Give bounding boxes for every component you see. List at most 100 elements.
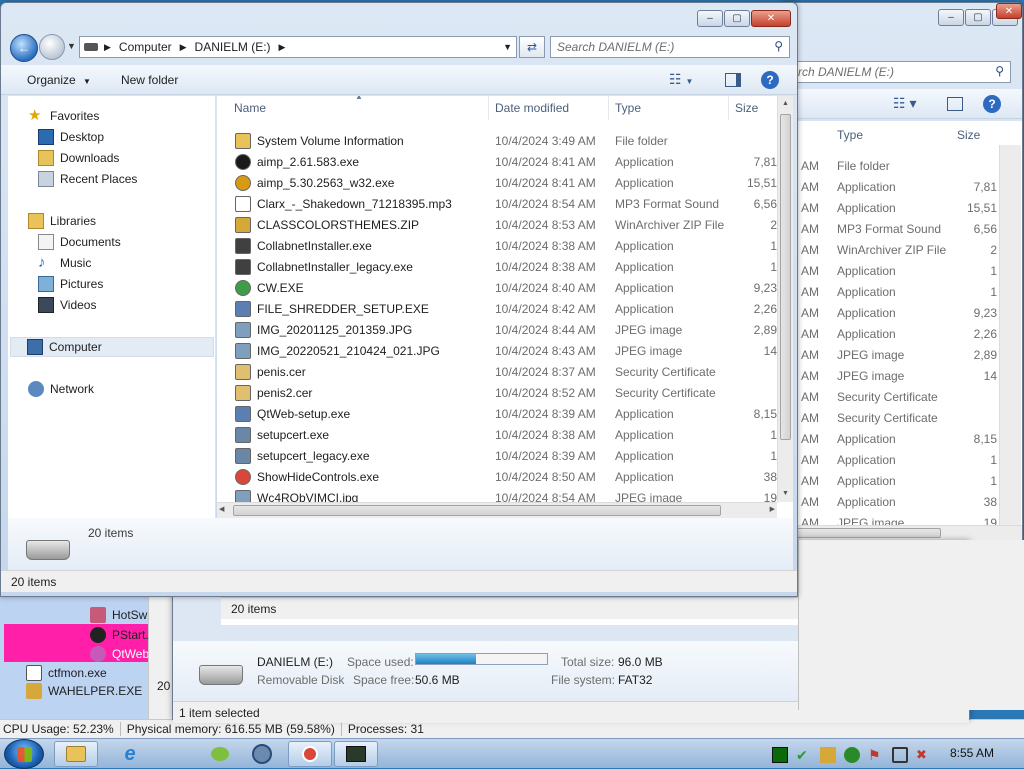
file-row[interactable]: AM Application 1 bbox=[781, 281, 999, 302]
nav-music[interactable]: ♪ Music bbox=[38, 253, 91, 273]
breadcrumb-separator[interactable]: ▶ bbox=[104, 42, 111, 53]
file-row[interactable]: penis.cer 10/4/2024 8:37 AM Security Certi… bbox=[217, 361, 777, 382]
file-row[interactable]: IMG_20201125_201359.JPG 10/4/2024 8:44 AM… bbox=[217, 319, 777, 340]
vertical-scroll-thumb[interactable] bbox=[780, 114, 791, 440]
recent-pages-button[interactable]: ▼ bbox=[67, 41, 76, 51]
file-row[interactable]: CollabnetInstaller.exe 10/4/2024 8:38 AM A… bbox=[217, 235, 777, 256]
breadcrumb-drive[interactable]: DANIELM (E:) bbox=[195, 40, 271, 54]
close-button[interactable]: ✕ bbox=[751, 10, 791, 27]
view-options-icon[interactable]: ☷ ▾ bbox=[893, 95, 916, 112]
minimize-button[interactable]: – bbox=[697, 10, 723, 27]
file-row[interactable]: AM JPEG image 14 bbox=[781, 365, 999, 386]
file-row[interactable]: AM File folder bbox=[781, 155, 999, 176]
taskbar-explorer-button[interactable] bbox=[54, 741, 98, 767]
help-icon[interactable]: ? bbox=[983, 94, 1001, 113]
nav-desktop[interactable]: Desktop bbox=[38, 127, 104, 147]
breadcrumb-separator[interactable]: ▶ bbox=[279, 42, 286, 53]
volume-muted-icon[interactable]: ✖ bbox=[916, 747, 932, 763]
address-dropdown-icon[interactable]: ▼ bbox=[503, 42, 512, 52]
search-input-back[interactable]: rch DANIELM (E:) ⚲ bbox=[791, 61, 1011, 83]
file-row[interactable]: AM Application 8,15 bbox=[781, 428, 999, 449]
file-row[interactable]: AM Application 1 bbox=[781, 449, 999, 470]
preview-pane-icon[interactable] bbox=[725, 72, 741, 87]
media-play-icon[interactable] bbox=[844, 747, 860, 763]
forward-button[interactable] bbox=[39, 34, 65, 60]
file-row[interactable]: AM Application 1 bbox=[781, 470, 999, 491]
file-row[interactable]: AM JPEG image 19 bbox=[781, 512, 999, 526]
start-button[interactable] bbox=[4, 739, 44, 769]
minimize-button[interactable]: – bbox=[938, 9, 964, 26]
nav-libraries[interactable]: Libraries bbox=[28, 211, 96, 231]
file-row[interactable]: AM MP3 Format Sound 6,56 bbox=[781, 218, 999, 239]
taskbar-ie-button[interactable]: e bbox=[108, 741, 152, 767]
file-row[interactable]: AM Application 38 bbox=[781, 491, 999, 512]
breadcrumb-separator[interactable]: ▶ bbox=[180, 42, 187, 53]
horizontal-scroll-thumb[interactable] bbox=[233, 505, 721, 516]
file-row[interactable]: setupcert_legacy.exe 10/4/2024 8:39 AM App… bbox=[217, 445, 777, 466]
horizontal-scrollbar[interactable]: ◀ ▶ bbox=[217, 502, 777, 518]
scroll-left-icon[interactable]: ◀ bbox=[219, 503, 224, 517]
new-folder-button[interactable]: New folder bbox=[121, 73, 178, 87]
close-icon[interactable]: ✕ bbox=[996, 3, 1022, 19]
file-row[interactable]: CW.EXE 10/4/2024 8:40 AM Application 9,23 bbox=[217, 277, 777, 298]
file-row[interactable]: FILE_SHREDDER_SETUP.EXE 10/4/2024 8:42 AM… bbox=[217, 298, 777, 319]
file-row[interactable]: AM Security Certificate bbox=[781, 407, 999, 428]
breadcrumb-computer[interactable]: Computer bbox=[119, 40, 172, 54]
vertical-scrollbar[interactable]: ▲ ▼ bbox=[777, 96, 793, 502]
file-row[interactable]: ShowHideControls.exe 10/4/2024 8:50 AM App… bbox=[217, 466, 777, 487]
file-row[interactable]: aimp_2.61.583.exe 10/4/2024 8:41 AM Applic… bbox=[217, 151, 777, 172]
file-row[interactable]: penis2.cer 10/4/2024 8:52 AM Security Cert… bbox=[217, 382, 777, 403]
file-row[interactable]: System Volume Information 10/4/2024 3:49 … bbox=[217, 130, 777, 151]
preview-pane-icon[interactable] bbox=[947, 96, 963, 111]
search-input[interactable]: Search DANIELM (E:) ⚲ bbox=[550, 36, 790, 58]
process-item-ctfmon[interactable]: ctfmon.exe bbox=[26, 663, 107, 682]
process-item-wahelper[interactable]: WAHELPER.EXE bbox=[26, 681, 142, 700]
nav-pictures[interactable]: Pictures bbox=[38, 274, 103, 294]
back-horizontal-scrollbar[interactable] bbox=[781, 525, 1022, 540]
nav-documents[interactable]: Documents bbox=[38, 232, 121, 252]
file-row[interactable]: AM Application 9,23 bbox=[781, 302, 999, 323]
nav-videos[interactable]: Videos bbox=[38, 295, 96, 315]
nav-favorites[interactable]: ★ Favorites bbox=[28, 106, 99, 126]
taskbar-taskmgr-button[interactable] bbox=[334, 741, 378, 767]
security-shield-icon[interactable]: ✔ bbox=[796, 747, 812, 763]
column-header-type[interactable]: Type bbox=[609, 96, 729, 120]
file-row[interactable]: IMG_20220521_210424_021.JPG 10/4/2024 8:4… bbox=[217, 340, 777, 361]
file-row[interactable]: AM Application 1 bbox=[781, 260, 999, 281]
nav-network[interactable]: Network bbox=[28, 379, 94, 399]
column-header-name[interactable]: Name ▲ bbox=[217, 96, 489, 120]
column-header-size[interactable]: Size bbox=[729, 96, 779, 120]
maximize-button[interactable]: ▢ bbox=[724, 10, 750, 27]
file-row[interactable]: CLASSCOLORSTHEMES.ZIP 10/4/2024 8:53 AM Wi… bbox=[217, 214, 777, 235]
flag-icon[interactable]: ⚑ bbox=[868, 747, 884, 763]
file-row[interactable]: AM Application 7,81 bbox=[781, 176, 999, 197]
help-icon[interactable]: ? bbox=[761, 70, 779, 89]
file-row[interactable]: aimp_5.30.2563_w32.exe 10/4/2024 8:41 AM A… bbox=[217, 172, 777, 193]
file-row[interactable]: AM Application 15,51 bbox=[781, 197, 999, 218]
nav-recent-places[interactable]: Recent Places bbox=[38, 169, 137, 189]
file-row[interactable]: CollabnetInstaller_legacy.exe 10/4/2024 8… bbox=[217, 256, 777, 277]
scroll-up-icon[interactable]: ▲ bbox=[778, 96, 793, 112]
file-row[interactable]: AM Application 2,26 bbox=[781, 323, 999, 344]
scroll-down-icon[interactable]: ▼ bbox=[778, 486, 793, 502]
back-vertical-scrollbar[interactable] bbox=[999, 145, 1021, 525]
network-tray-icon[interactable] bbox=[892, 747, 908, 763]
file-row[interactable]: AM WinArchiver ZIP File 2 bbox=[781, 239, 999, 260]
file-row[interactable]: QtWeb-setup.exe 10/4/2024 8:39 AM Applicat… bbox=[217, 403, 777, 424]
view-options-icon[interactable]: ☷ ▼ bbox=[669, 71, 693, 88]
process-item-hotsw[interactable]: HotSw bbox=[4, 605, 148, 624]
organize-button[interactable]: Organize ▼ bbox=[27, 73, 91, 87]
taskbar-messenger-button[interactable] bbox=[198, 741, 242, 767]
column-header-date[interactable]: Date modified bbox=[489, 96, 609, 120]
file-row[interactable]: AM Security Certificate bbox=[781, 386, 999, 407]
nav-computer[interactable]: Computer bbox=[10, 337, 214, 357]
file-row[interactable]: AM JPEG image 2,89 bbox=[781, 344, 999, 365]
file-row[interactable]: Clarx_-_Shakedown_71218395.mp3 10/4/2024 … bbox=[217, 193, 777, 214]
taskbar-app-button[interactable] bbox=[240, 741, 284, 767]
scroll-right-icon[interactable]: ▶ bbox=[770, 503, 775, 517]
address-bar[interactable]: ▶ Computer ▶ DANIELM (E:) ▶ ▼ bbox=[79, 36, 517, 58]
back-button[interactable]: ← bbox=[10, 34, 38, 62]
file-row[interactable]: setupcert.exe 10/4/2024 8:38 AM Applicatio… bbox=[217, 424, 777, 445]
taskbar-showhide-button[interactable] bbox=[288, 741, 332, 767]
refresh-button[interactable]: ⇄ bbox=[519, 36, 545, 58]
